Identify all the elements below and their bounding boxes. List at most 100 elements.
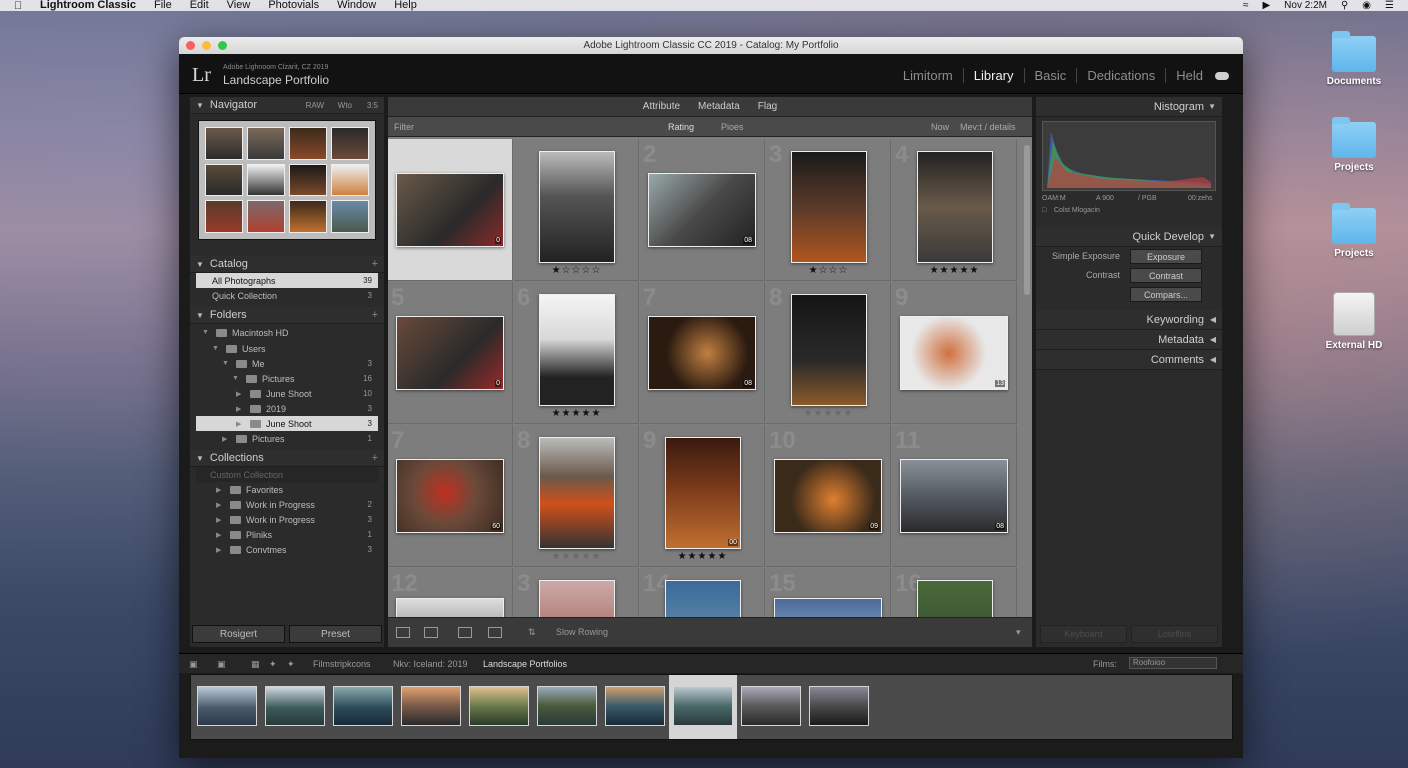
folder-row[interactable]: ▼ Me 3 — [196, 356, 378, 371]
folder-row[interactable]: ▼ Pictures 16 — [196, 371, 378, 386]
photo-thumbnail[interactable]: 08 — [648, 173, 756, 247]
folder-volume[interactable]: ▼ Macintosh HD — [196, 324, 378, 341]
collection-row[interactable]: ▶ Work in Progress 3 — [196, 512, 378, 527]
photo-thumbnail[interactable]: 0 — [396, 316, 504, 390]
star-rating[interactable]: ★★★★★ — [640, 551, 765, 562]
photo-thumbnail[interactable] — [917, 580, 993, 617]
survey-view-icon[interactable] — [488, 627, 502, 638]
folder-row[interactable]: ▶ Pictures 1 — [196, 431, 378, 446]
folders-header[interactable]: ▼ Folders + — [190, 307, 384, 324]
keywording-header[interactable]: Keywording ◀ — [1036, 310, 1222, 330]
star-rating[interactable]: ★★★★★ — [514, 551, 639, 562]
menu-clock[interactable]: Nov 2:2M — [1284, 0, 1327, 11]
grid-cell[interactable]: 7 08 — [640, 282, 765, 424]
grid-cell[interactable]: 14 — [640, 568, 765, 617]
desktop-icon-projects-2[interactable]: Projects — [1314, 203, 1394, 259]
filmstrip-source-label[interactable]: Filmstripkcons — [313, 659, 371, 669]
filter-tab-flag[interactable]: Flag — [758, 101, 777, 112]
desktop-icon-documents[interactable]: Documents — [1314, 31, 1394, 87]
grid-icon[interactable]: ▦ — [251, 659, 260, 670]
filmstrip-thumbnail[interactable] — [401, 686, 461, 726]
menu-file[interactable]: File — [154, 0, 172, 11]
photo-thumbnail[interactable]: 08 — [900, 459, 1008, 533]
module-tab-library[interactable]: Library — [962, 68, 1014, 83]
add-icon[interactable]: + — [372, 258, 378, 270]
grid-cell[interactable]: 10 09 — [766, 425, 891, 567]
grid-cell[interactable]: 2 08 — [640, 139, 765, 281]
toolbar-menu-icon[interactable]: ▾ — [1016, 627, 1021, 638]
filmstrip-collection[interactable]: Landscape Portfolios — [483, 659, 567, 669]
cloud-sync-icon[interactable] — [1215, 71, 1229, 80]
star-rating[interactable]: ★★★★★ — [892, 265, 1017, 276]
checkbox-icon[interactable]: □ — [1042, 207, 1046, 214]
histogram-chart[interactable] — [1042, 121, 1216, 191]
star-rating[interactable]: ★☆☆☆☆ — [514, 265, 639, 276]
collection-row[interactable]: ▶ Pliniks 1 — [196, 527, 378, 542]
nav-opt-3[interactable]: 3:5 — [367, 101, 378, 110]
grid-cell[interactable]: 7 60 — [388, 425, 513, 567]
grid-cell[interactable]: 8 ★★★★★ — [766, 282, 891, 424]
photo-thumbnail[interactable] — [791, 151, 867, 263]
picks-dropdown[interactable]: Pioes — [721, 122, 744, 132]
filmstrip-cell[interactable] — [465, 675, 533, 739]
photo-thumbnail[interactable] — [539, 437, 615, 549]
rating-dropdown[interactable]: Rating — [668, 122, 694, 132]
filmstrip-thumbnail[interactable] — [809, 686, 869, 726]
comments-header[interactable]: Comments ◀ — [1036, 350, 1222, 370]
photo-thumbnail[interactable] — [917, 151, 993, 263]
photo-thumbnail[interactable]: 13 — [900, 316, 1008, 390]
histogram-header[interactable]: Nistogram ▼ — [1036, 97, 1222, 117]
main-window-icon[interactable]: ▣ — [217, 659, 226, 670]
photo-thumbnail[interactable] — [539, 151, 615, 263]
grid-cell[interactable]: 11 08 — [892, 425, 1017, 567]
metadata-header[interactable]: Metadata ◀ — [1036, 330, 1222, 350]
menu-photo[interactable]: Photovials — [268, 0, 319, 11]
export-button[interactable]: Preset — [289, 625, 382, 643]
grid-cell[interactable]: 6 ★★★★★ — [514, 282, 639, 424]
sort-dropdown[interactable]: Mev:t / details — [960, 122, 1016, 132]
sync-settings-button[interactable]: Loteflins — [1131, 625, 1218, 643]
qd-compare-button[interactable]: Compars... — [1130, 287, 1202, 302]
grid-scrollbar[interactable] — [1024, 145, 1030, 295]
photo-thumbnail[interactable]: 60 — [396, 459, 504, 533]
qd-exposure-button[interactable]: Exposure — [1130, 249, 1202, 264]
original-photo-toggle[interactable]: □ Colst Mlogacin — [1042, 207, 1216, 219]
nav-opt-1[interactable]: RAW — [306, 101, 324, 110]
photo-thumbnail[interactable]: 00 — [665, 437, 741, 549]
filter-dropdown[interactable]: Filter — [394, 122, 414, 132]
menu-app-name[interactable]: Lightroom Classic — [40, 0, 136, 11]
collection-row[interactable]: ▶ Convtmes 3 — [196, 542, 378, 557]
filmstrip-cell[interactable] — [737, 675, 805, 739]
sort-order-icon[interactable]: ⇅ — [528, 627, 536, 638]
sync-metadata-button[interactable]: Keyboard — [1040, 625, 1127, 643]
wifi-icon[interactable]: ≈ — [1243, 0, 1249, 11]
grid-cell[interactable]: ★☆☆☆☆ — [514, 139, 639, 281]
filmstrip-cell[interactable] — [805, 675, 873, 739]
collection-row[interactable]: ▶ Work in Progress 2 — [196, 497, 378, 512]
collection-row[interactable]: ▶ Favorites — [196, 482, 378, 497]
grid-cell[interactable]: 4 ★★★★★ — [892, 139, 1017, 281]
module-tab-0[interactable]: Limitorm — [893, 68, 953, 83]
grid-cell[interactable]: 8 ★★★★★ — [514, 425, 639, 567]
filmstrip-filter-dropdown[interactable]: Roofoioo — [1129, 657, 1217, 669]
catalog-header[interactable]: ▼ Catalog + — [190, 256, 384, 273]
collection-search-field[interactable]: Custom Collection — [196, 467, 378, 482]
filmstrip-thumbnail[interactable] — [537, 686, 597, 726]
volume-icon[interactable]: ▶ — [1262, 0, 1270, 11]
search-icon[interactable]: ⚲ — [1341, 0, 1348, 11]
module-tab-2[interactable]: Basic — [1023, 68, 1066, 83]
photo-thumbnail[interactable] — [791, 294, 867, 406]
filmstrip-thumbnail[interactable] — [469, 686, 529, 726]
photo-thumbnail[interactable] — [539, 294, 615, 406]
photo-thumbnail[interactable]: 0 — [396, 173, 504, 247]
navigator-preview[interactable] — [198, 120, 376, 240]
filmstrip-path[interactable]: Nkv: Iceland: 2019 — [393, 659, 468, 669]
forward-arrow-icon[interactable]: ✦ — [287, 659, 295, 670]
apple-icon[interactable]:  — [14, 0, 24, 11]
filter-tab-attribute[interactable]: Attribute — [643, 101, 680, 112]
filmstrip-thumbnail[interactable] — [741, 686, 801, 726]
grid-cell[interactable]: 12 — [388, 568, 513, 617]
add-icon[interactable]: + — [372, 309, 378, 321]
folder-row[interactable]: ▼ Users — [196, 341, 378, 356]
desktop-icon-projects[interactable]: Projects — [1314, 117, 1394, 173]
